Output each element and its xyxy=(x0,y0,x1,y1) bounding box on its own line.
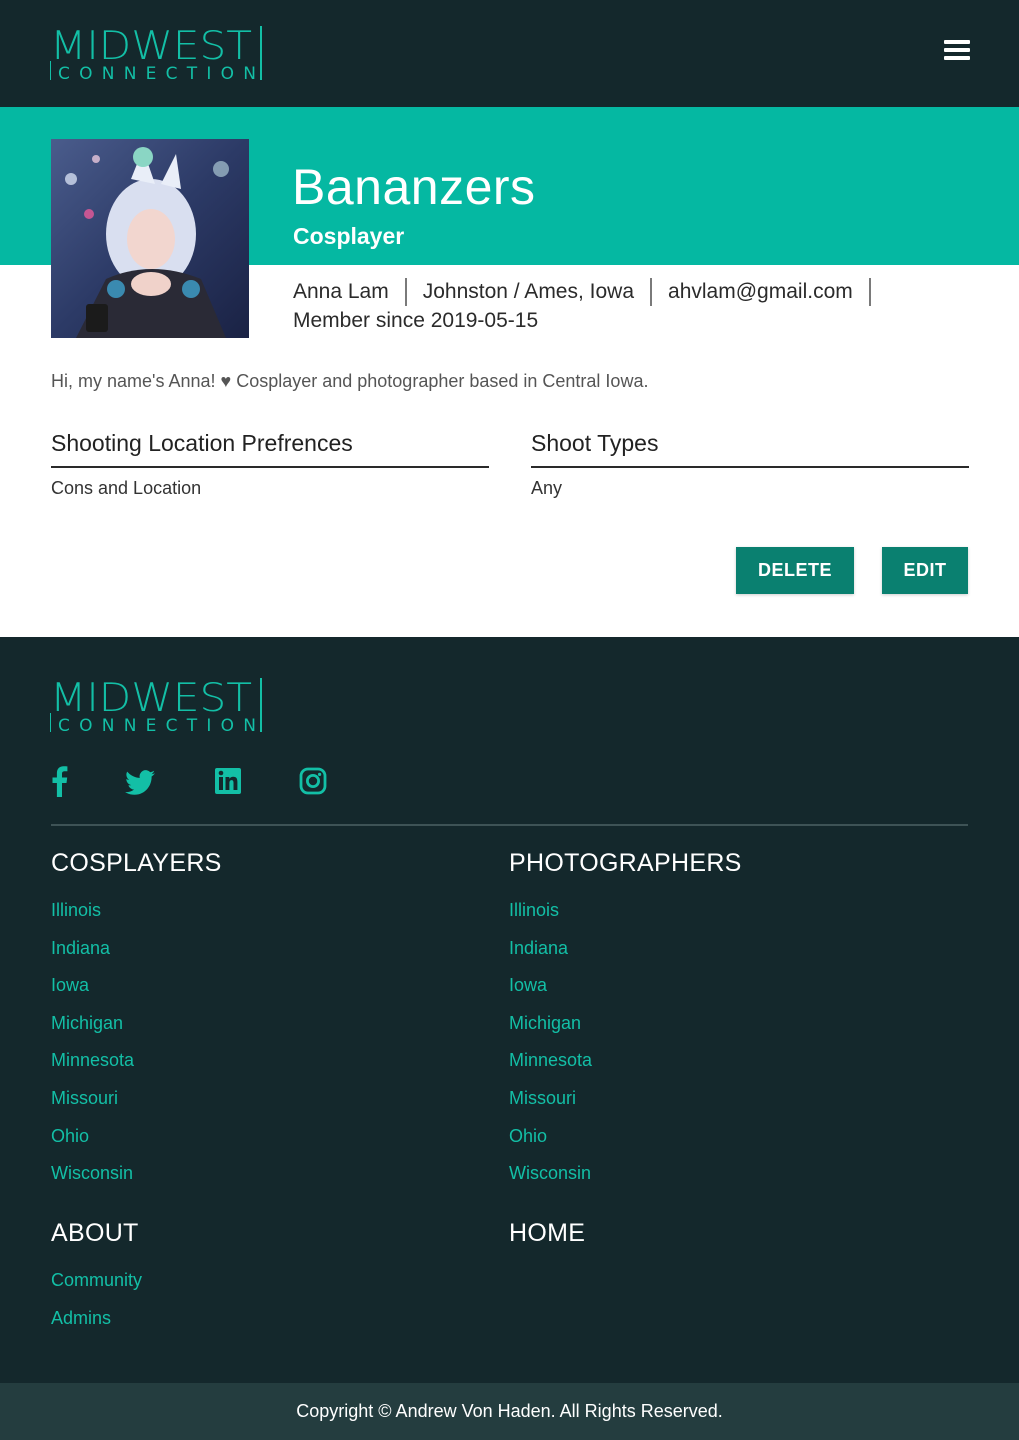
separator xyxy=(650,277,653,306)
footer-logo[interactable]: MIDWEST CONNECTION xyxy=(50,677,265,733)
footer-link-missouri[interactable]: Missouri xyxy=(509,1080,742,1118)
twitter-icon[interactable] xyxy=(124,765,156,797)
footer: MIDWEST CONNECTION COSPLAYERS Illinois I… xyxy=(0,637,1019,1383)
location: Johnston / Ames, Iowa xyxy=(422,280,635,303)
home-heading[interactable]: HOME xyxy=(509,1219,585,1248)
top-navbar: MIDWEST CONNECTION xyxy=(0,0,1019,107)
site-logo[interactable]: MIDWEST CONNECTION xyxy=(50,25,265,81)
facebook-icon[interactable] xyxy=(50,765,68,797)
pref-title: Shooting Location Prefrences xyxy=(51,430,489,468)
copyright-bar: Copyright © Andrew Von Haden. All Rights… xyxy=(0,1383,1019,1440)
photographers-column: PHOTOGRAPHERS Illinois Indiana Iowa Mich… xyxy=(509,849,742,1193)
footer-link-illinois[interactable]: Illinois xyxy=(51,892,222,930)
footer-link-missouri[interactable]: Missouri xyxy=(51,1080,222,1118)
footer-link-minnesota[interactable]: Minnesota xyxy=(509,1042,742,1080)
footer-link-michigan[interactable]: Michigan xyxy=(509,1005,742,1043)
hamburger-menu-icon[interactable] xyxy=(944,40,970,64)
separator xyxy=(404,277,407,306)
footer-link-michigan[interactable]: Michigan xyxy=(51,1005,222,1043)
copyright-text: Copyright © Andrew Von Haden. All Rights… xyxy=(296,1401,723,1421)
profile-meta: Anna Lam Johnston / Ames, Iowa ahvlam@gm… xyxy=(293,277,993,335)
member-since: Member since 2019-05-15 xyxy=(293,309,539,332)
footer-link-wisconsin[interactable]: Wisconsin xyxy=(509,1155,742,1193)
pref-value: Any xyxy=(531,478,563,498)
footer-link-minnesota[interactable]: Minnesota xyxy=(51,1042,222,1080)
separator xyxy=(868,277,871,306)
footer-link-admins[interactable]: Admins xyxy=(51,1300,142,1338)
cosplayers-column: COSPLAYERS Illinois Indiana Iowa Michiga… xyxy=(51,849,222,1193)
footer-divider xyxy=(51,824,968,826)
delete-button[interactable]: DELETE xyxy=(736,547,854,594)
linkedin-icon[interactable] xyxy=(214,765,242,797)
footer-link-wisconsin[interactable]: Wisconsin xyxy=(51,1155,222,1193)
footer-link-indiana[interactable]: Indiana xyxy=(51,930,222,968)
pref-value: Cons and Location xyxy=(51,478,202,498)
about-links: Community Admins xyxy=(51,1262,142,1337)
about-heading[interactable]: ABOUT xyxy=(51,1219,142,1248)
avatar xyxy=(51,139,249,338)
footer-link-indiana[interactable]: Indiana xyxy=(509,930,742,968)
edit-button[interactable]: EDIT xyxy=(882,547,968,594)
photographers-links: Illinois Indiana Iowa Michigan Minnesota… xyxy=(509,892,742,1193)
profile-bio: Hi, my name's Anna! ♥ Cosplayer and phot… xyxy=(51,371,649,391)
footer-link-ohio[interactable]: Ohio xyxy=(509,1118,742,1156)
photographers-heading: PHOTOGRAPHERS xyxy=(509,849,742,877)
profile-role: Cosplayer xyxy=(293,223,405,249)
logo-text: MIDWEST xyxy=(50,25,252,69)
cosplayers-links: Illinois Indiana Iowa Michigan Minnesota… xyxy=(51,892,222,1193)
about-column: ABOUT Community Admins xyxy=(51,1219,142,1337)
footer-link-iowa[interactable]: Iowa xyxy=(51,967,222,1005)
instagram-icon[interactable] xyxy=(299,765,327,797)
logo-text: MIDWEST xyxy=(50,677,252,721)
footer-link-illinois[interactable]: Illinois xyxy=(509,892,742,930)
footer-link-ohio[interactable]: Ohio xyxy=(51,1118,222,1156)
real-name: Anna Lam xyxy=(293,280,389,303)
shooting-location-preferences: Shooting Location Prefrences Cons and Lo… xyxy=(51,430,489,499)
footer-link-iowa[interactable]: Iowa xyxy=(509,967,742,1005)
pref-title: Shoot Types xyxy=(531,430,969,468)
shoot-types: Shoot Types Any xyxy=(531,430,969,499)
cosplayers-heading: COSPLAYERS xyxy=(51,849,222,877)
footer-link-community[interactable]: Community xyxy=(51,1262,142,1300)
home-column: HOME xyxy=(509,1219,585,1248)
email[interactable]: ahvlam@gmail.com xyxy=(668,277,853,306)
profile-name: Bananzers xyxy=(292,159,536,215)
